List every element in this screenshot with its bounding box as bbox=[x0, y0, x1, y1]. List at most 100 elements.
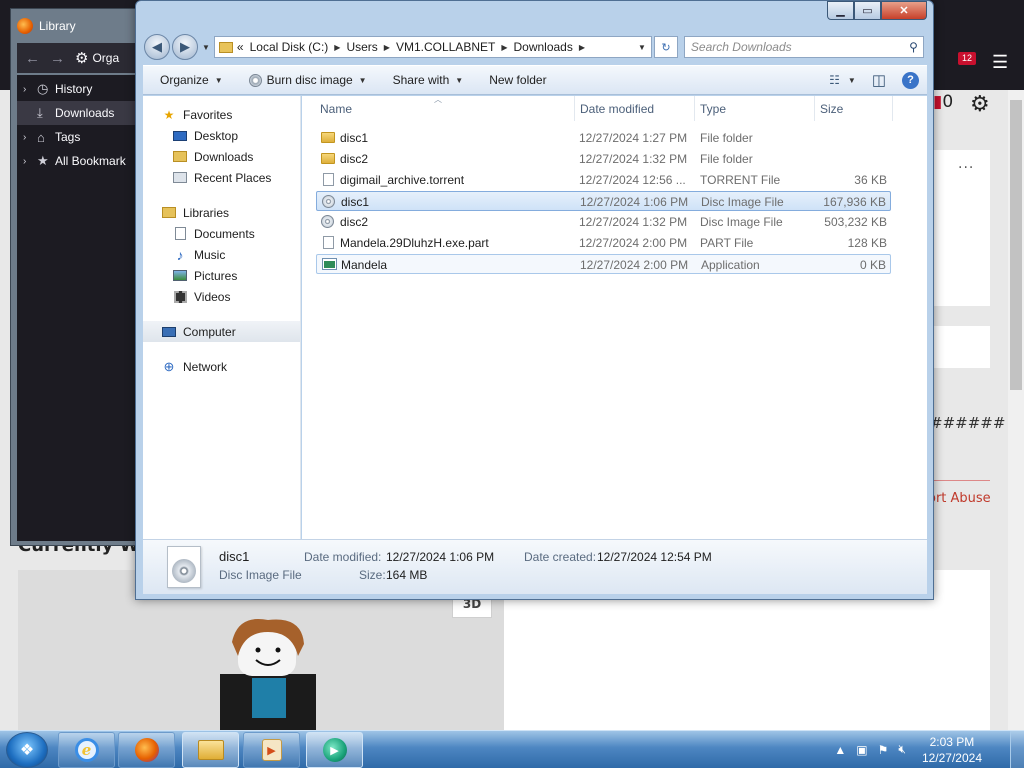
new-folder-button[interactable]: New folder bbox=[472, 73, 555, 87]
nav-label: Downloads bbox=[194, 149, 254, 164]
taskbar-explorer[interactable] bbox=[182, 732, 239, 768]
details-date-modified-label: Date modified: bbox=[304, 550, 382, 564]
nav-documents[interactable]: Documents bbox=[143, 223, 300, 244]
show-hidden-icons-icon[interactable]: ▲ bbox=[834, 743, 846, 757]
breadcrumb-separator-icon[interactable]: ▶ bbox=[501, 43, 507, 52]
burn-disc-image-button[interactable]: Burn disc image ▼ bbox=[232, 73, 376, 87]
chevron-right-icon[interactable]: › bbox=[23, 84, 37, 95]
refresh-button[interactable]: ↻ bbox=[653, 36, 678, 58]
organize-menu[interactable]: Orga bbox=[92, 51, 119, 65]
network-icon: ⊕ bbox=[163, 358, 175, 374]
library-title: Library bbox=[39, 19, 76, 33]
breadcrumb-separator-icon[interactable]: ▶ bbox=[579, 43, 585, 52]
address-history-dropdown-icon[interactable]: ▼ bbox=[633, 43, 651, 52]
nav-music[interactable]: ♪ Music bbox=[143, 244, 300, 265]
nav-favorites[interactable]: ★ Favorites bbox=[143, 104, 300, 125]
details-date-created-label: Date created: bbox=[524, 550, 597, 564]
windows-logo-icon: ❖ bbox=[19, 742, 35, 759]
file-row[interactable]: disc2 12/27/2024 1:32 PM File folder bbox=[316, 149, 891, 169]
close-button[interactable]: ✕ bbox=[881, 1, 927, 20]
taskbar-app[interactable]: ▶ bbox=[306, 732, 363, 768]
help-icon: ? bbox=[902, 71, 919, 89]
clock-icon: ◷ bbox=[37, 81, 49, 96]
file-row[interactable]: Mandela.29DluhzH.exe.part 12/27/2024 2:00… bbox=[316, 233, 891, 253]
column-header-type[interactable]: Type bbox=[700, 102, 726, 116]
forward-button[interactable]: ▶ bbox=[172, 34, 198, 60]
breadcrumb-separator-icon[interactable]: ▶ bbox=[384, 43, 390, 52]
nav-network[interactable]: ⊕ Network bbox=[143, 356, 300, 377]
preview-pane-button[interactable]: ◫ bbox=[872, 71, 886, 89]
more-options-icon[interactable]: ··· bbox=[958, 160, 974, 176]
gear-icon[interactable]: ⚙ bbox=[75, 49, 88, 67]
document-icon bbox=[323, 173, 334, 186]
help-button[interactable]: ? bbox=[902, 71, 919, 89]
media-player-icon: ▶ bbox=[261, 739, 282, 761]
hamburger-menu-icon[interactable]: ☰ bbox=[992, 52, 1008, 73]
organize-button[interactable]: Organize ▼ bbox=[143, 73, 232, 87]
settings-gear-icon[interactable]: ⚙ bbox=[970, 92, 990, 117]
file-row[interactable]: disc1 12/27/2024 1:06 PM Disc Image File 16… bbox=[316, 191, 891, 211]
action-center-flag-icon[interactable]: ⚑ bbox=[878, 743, 889, 757]
videos-icon bbox=[172, 290, 188, 304]
breadcrumb-downloads[interactable]: Downloads bbox=[513, 40, 572, 54]
back-button[interactable]: ◀ bbox=[144, 34, 170, 60]
notification-count[interactable]: ▮0 bbox=[933, 92, 953, 112]
nav-pictures[interactable]: Pictures bbox=[143, 265, 300, 286]
file-size: 167,936 KB bbox=[823, 195, 886, 209]
chevron-right-icon[interactable]: › bbox=[23, 156, 37, 167]
search-icon[interactable]: ⚲ bbox=[909, 40, 918, 54]
file-row[interactable]: disc2 12/27/2024 1:32 PM Disc Image File 50… bbox=[316, 212, 891, 232]
file-row[interactable]: digimail_archive.torrent 12/27/2024 12:56… bbox=[316, 170, 891, 190]
library-item-label: Downloads bbox=[55, 106, 115, 120]
library-item-downloads[interactable]: ⤓ Downloads bbox=[17, 101, 145, 125]
preview-pane-icon: ◫ bbox=[871, 72, 886, 89]
taskbar-media-player[interactable]: ▶ bbox=[243, 732, 300, 768]
file-row[interactable]: disc1 12/27/2024 1:27 PM File folder bbox=[316, 128, 891, 148]
taskbar-firefox[interactable] bbox=[118, 732, 175, 768]
notification-badge[interactable]: 12 bbox=[958, 52, 976, 65]
details-size: 164 MB bbox=[386, 568, 428, 582]
nav-recent-places[interactable]: Recent Places bbox=[143, 167, 300, 188]
column-header-size[interactable]: Size bbox=[820, 102, 843, 116]
nav-label: Favorites bbox=[183, 107, 233, 122]
address-bar[interactable]: « Local Disk (C:) ▶ Users ▶ VM1.COLLABNE… bbox=[213, 36, 652, 58]
breadcrumb-local-disk[interactable]: Local Disk (C:) bbox=[250, 40, 329, 54]
volume-muted-icon[interactable]: 🔇︎ bbox=[898, 742, 906, 757]
column-header-name[interactable]: Name bbox=[320, 102, 352, 116]
folder-icon bbox=[321, 153, 335, 164]
network-tray-icon[interactable]: ▣ bbox=[856, 743, 867, 757]
back-arrow-icon[interactable]: ← bbox=[25, 50, 40, 67]
share-with-button[interactable]: Share with ▼ bbox=[376, 73, 473, 87]
nav-computer[interactable]: Computer bbox=[143, 321, 300, 342]
breadcrumb-user[interactable]: VM1.COLLABNET bbox=[396, 40, 495, 54]
chevron-right-icon[interactable]: › bbox=[23, 132, 37, 143]
nav-label: Music bbox=[194, 247, 226, 262]
file-name: disc2 bbox=[340, 152, 369, 166]
system-tray: ▲ ▣ ⚑ 🔇︎ 2:03 PM 12/27/2024 bbox=[834, 731, 982, 768]
change-view-button[interactable]: ☷ ▼ bbox=[829, 73, 856, 87]
forward-arrow-icon[interactable]: → bbox=[50, 50, 65, 67]
nav-videos[interactable]: Videos bbox=[143, 286, 300, 307]
nav-label: Network bbox=[183, 359, 228, 374]
start-button[interactable]: ❖ bbox=[6, 732, 48, 768]
nav-libraries[interactable]: Libraries bbox=[143, 202, 300, 223]
file-row[interactable]: Mandela 12/27/2024 2:00 PM Application 0 KB bbox=[316, 254, 891, 274]
search-input[interactable]: Search Downloads ⚲ bbox=[683, 36, 924, 58]
scrollbar-thumb[interactable] bbox=[1010, 100, 1022, 390]
show-desktop-button[interactable] bbox=[1010, 731, 1024, 768]
library-item-tags[interactable]: › ⌂ Tags bbox=[17, 125, 145, 149]
nav-desktop[interactable]: Desktop bbox=[143, 125, 300, 146]
clock[interactable]: 2:03 PM 12/27/2024 bbox=[922, 734, 982, 766]
column-header-date[interactable]: Date modified bbox=[580, 102, 654, 116]
report-abuse-link[interactable]: ort Abuse bbox=[928, 491, 991, 506]
taskbar-internet-explorer[interactable]: e bbox=[58, 732, 115, 768]
nav-downloads[interactable]: Downloads bbox=[143, 146, 300, 167]
recent-pages-dropdown-icon[interactable]: ▼ bbox=[202, 43, 210, 52]
library-item-all-bookmarks[interactable]: › ★ All Bookmark bbox=[17, 149, 145, 173]
breadcrumb-separator-icon[interactable]: ▶ bbox=[334, 43, 340, 52]
maximize-button[interactable]: ▭ bbox=[854, 1, 881, 20]
breadcrumb-overflow[interactable]: « bbox=[237, 40, 244, 54]
minimize-button[interactable]: ▁ bbox=[827, 1, 854, 20]
library-item-history[interactable]: › ◷ History bbox=[17, 77, 145, 101]
breadcrumb-users[interactable]: Users bbox=[346, 40, 377, 54]
